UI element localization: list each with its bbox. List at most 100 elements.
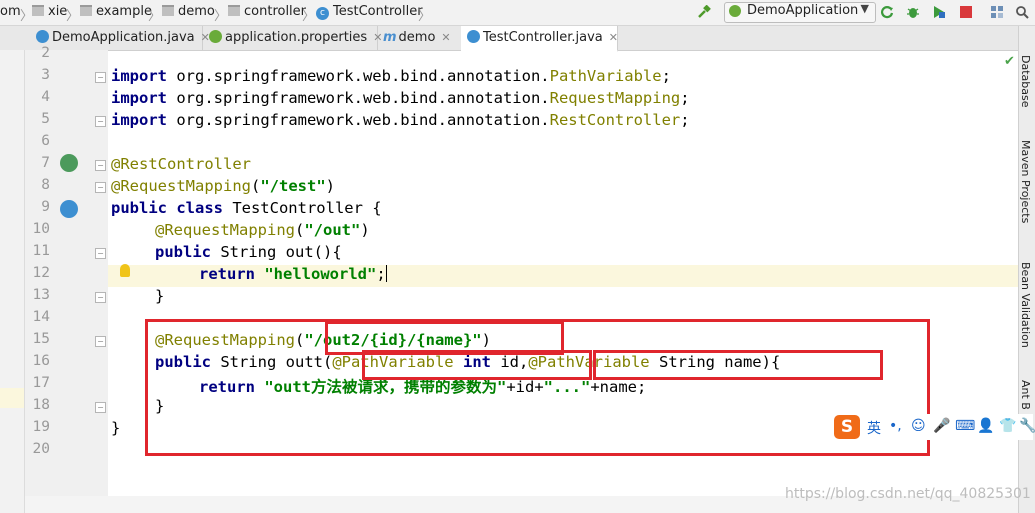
- fold-marker[interactable]: −: [95, 116, 106, 127]
- lightbulb-icon[interactable]: [120, 264, 130, 277]
- line-number: 12: [32, 265, 50, 281]
- folder-icon: [228, 5, 240, 16]
- line-number: 6: [41, 133, 50, 149]
- tab-demoapplication-java[interactable]: DemoApplication.java ✕: [30, 26, 210, 50]
- project-structure-icon[interactable]: [990, 5, 1004, 19]
- text-cursor: [385, 265, 387, 282]
- line-number: 16: [32, 353, 50, 369]
- fold-marker[interactable]: −: [95, 72, 106, 83]
- breadcrumb-separator: 〉: [302, 9, 316, 24]
- left-tool-strip: [0, 50, 25, 513]
- fold-marker[interactable]: −: [95, 292, 106, 303]
- folder-icon: [162, 5, 174, 16]
- breadcrumb-separator: 〉: [214, 9, 228, 24]
- code-line-8: @RequestMapping("/test"): [111, 177, 335, 195]
- user-icon[interactable]: 👤: [977, 418, 994, 434]
- folder-icon: [80, 5, 92, 16]
- highlight-box-param-name: [593, 350, 883, 380]
- line-number: 5: [41, 111, 50, 127]
- emoji-icon[interactable]: ☺: [911, 418, 926, 434]
- spring-boot-icon: [729, 5, 741, 17]
- tab-demo-maven[interactable]: m demo ✕: [377, 26, 462, 50]
- line-number: 9: [41, 199, 50, 215]
- code-line-13: }: [155, 287, 165, 305]
- run-configuration-label: DemoApplication: [747, 3, 859, 18]
- code-line-5: import org.springframework.web.bind.anno…: [111, 111, 690, 129]
- code-line-7: @RestController: [111, 155, 251, 173]
- ime-toolbar: S 英 •, ☺ 🎤 ⌨ 👤 👕 🔧: [833, 414, 1035, 440]
- sogou-logo-icon[interactable]: S: [834, 415, 860, 439]
- line-number: 20: [32, 441, 50, 457]
- chevron-down-icon: ▼: [860, 2, 869, 15]
- fold-marker[interactable]: −: [95, 248, 106, 259]
- highlight-box-param-id: [362, 350, 592, 380]
- code-line-9: public class TestController {: [111, 199, 382, 217]
- search-everywhere-icon[interactable]: [1015, 5, 1029, 19]
- settings-wrench-icon[interactable]: 🔧: [1019, 418, 1035, 434]
- spring-component-icon[interactable]: [60, 200, 78, 218]
- spring-bean-icon[interactable]: [60, 154, 78, 172]
- ime-language-toggle[interactable]: 英: [867, 418, 881, 438]
- code-line-12: return "helloworld";: [199, 265, 387, 283]
- line-number: 13: [32, 287, 50, 303]
- ime-punctuation-toggle[interactable]: •,: [889, 418, 902, 434]
- rerun-icon[interactable]: [880, 5, 894, 19]
- line-number: 15: [32, 331, 50, 347]
- inspection-ok-icon: ✔: [1004, 54, 1015, 69]
- breadcrumb-item-xie[interactable]: xie: [32, 4, 67, 19]
- navigation-bar: om 〉 xie 〉 example 〉 demo 〉 controller 〉…: [0, 0, 1035, 26]
- bean-validation-panel-button[interactable]: Bean Validation: [1019, 262, 1032, 348]
- keyboard-icon[interactable]: ⌨: [955, 418, 975, 434]
- class-icon: [36, 30, 49, 43]
- class-icon: c: [316, 7, 329, 20]
- breadcrumb-item-controller[interactable]: controller: [228, 4, 306, 19]
- breadcrumb-separator: 〉: [148, 9, 162, 24]
- line-number: 4: [41, 89, 50, 105]
- maven-icon: m: [383, 30, 397, 45]
- line-number: 17: [32, 375, 50, 391]
- watermark: https://blog.csdn.net/qq_40825301: [785, 486, 1031, 502]
- fold-marker[interactable]: −: [95, 160, 106, 171]
- build-hammer-icon[interactable]: [697, 5, 711, 19]
- breadcrumb-separator: 〉: [418, 9, 432, 24]
- run-configuration-select[interactable]: DemoApplication ▼: [724, 2, 876, 23]
- breadcrumb-item-demo[interactable]: demo: [162, 4, 215, 19]
- code-line-19: }: [111, 419, 121, 437]
- left-strip-highlight: [0, 388, 24, 408]
- line-number: 2: [41, 45, 50, 61]
- line-number: 19: [32, 419, 50, 435]
- breadcrumb-item-example[interactable]: example: [80, 4, 152, 19]
- tab-application-properties[interactable]: application.properties ✕: [203, 26, 382, 50]
- breadcrumb-item[interactable]: om: [0, 4, 21, 19]
- code-line-3: import org.springframework.web.bind.anno…: [111, 67, 671, 85]
- line-number: 8: [41, 177, 50, 193]
- breadcrumb-separator: 〉: [66, 9, 80, 24]
- code-line-10: @RequestMapping("/out"): [155, 221, 370, 239]
- database-panel-button[interactable]: Database: [1019, 55, 1032, 108]
- code-line-4: import org.springframework.web.bind.anno…: [111, 89, 690, 107]
- stop-icon[interactable]: [959, 5, 973, 19]
- fold-marker[interactable]: −: [95, 336, 106, 347]
- close-icon[interactable]: ✕: [609, 31, 618, 44]
- tab-testcontroller-java[interactable]: TestController.java ✕: [461, 26, 618, 52]
- class-icon: [467, 30, 480, 43]
- coverage-icon[interactable]: [932, 5, 946, 19]
- line-number: 3: [41, 67, 50, 83]
- spring-config-icon: [209, 30, 222, 43]
- skin-icon[interactable]: 👕: [999, 418, 1016, 434]
- microphone-icon[interactable]: 🎤: [933, 418, 950, 434]
- line-number: 14: [32, 309, 50, 325]
- editor-tab-bar: DemoApplication.java ✕ application.proper…: [0, 26, 1018, 52]
- line-number: 11: [32, 243, 50, 259]
- debug-bug-icon[interactable]: [906, 5, 920, 19]
- ant-build-panel-button[interactable]: Ant B: [1019, 380, 1032, 410]
- fold-marker[interactable]: −: [95, 182, 106, 193]
- fold-marker[interactable]: −: [95, 402, 106, 413]
- line-number: 10: [32, 221, 50, 237]
- breadcrumb-item-testcontroller[interactable]: c TestController: [316, 4, 423, 20]
- folder-icon: [32, 5, 44, 16]
- code-line-11: public String out(){: [155, 243, 342, 261]
- line-number: 7: [41, 155, 50, 171]
- close-icon[interactable]: ✕: [441, 31, 450, 44]
- maven-projects-panel-button[interactable]: Maven Projects: [1019, 140, 1032, 223]
